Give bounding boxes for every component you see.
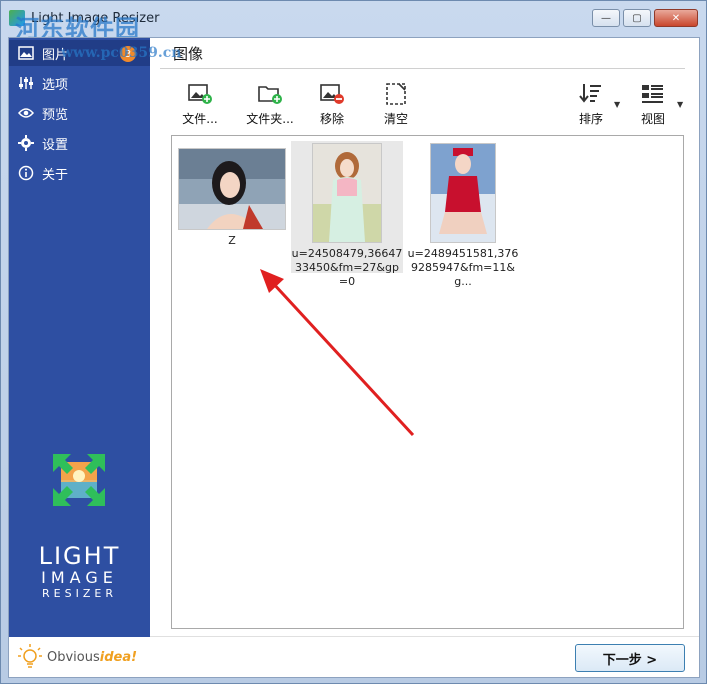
thumbnail-caption: Z (228, 234, 236, 247)
brand-name-part-1: Obvious (47, 649, 100, 665)
picture-icon (17, 44, 35, 62)
logo-line-3: RESIZER (42, 587, 117, 600)
sidebar-item-label: 关于 (42, 167, 69, 183)
thumbnail-caption: u=2489451581,3769285947&fm=11&g... (407, 247, 519, 288)
sort-icon (578, 82, 604, 106)
sort-dropdown-icon[interactable]: ▼ (614, 100, 620, 109)
sidebar-item-label: 预览 (42, 107, 69, 123)
close-button[interactable]: ✕ (654, 9, 698, 27)
header-divider (160, 68, 685, 69)
brand-name: Obviousidea! (47, 650, 137, 665)
sidebar-item-options[interactable]: 选项 (9, 70, 150, 96)
watermark-url: www.pc0359.cn (61, 45, 182, 61)
sort-label: 排序 (578, 112, 603, 126)
remove-image-icon (319, 82, 345, 106)
title-bar[interactable]: Light Image Resizer 河东软件园 — ▢ ✕ (1, 1, 706, 43)
image-thumbnail[interactable]: u=24508479,3664733450&fm=27&gp=0 (291, 141, 403, 288)
next-step-button[interactable]: 下一步 > (575, 644, 685, 672)
sidebar-item-label: 选项 (42, 77, 69, 93)
maximize-button[interactable]: ▢ (623, 9, 651, 27)
clear-label: 清空 (383, 112, 408, 126)
view-label: 视图 (640, 112, 665, 126)
logo-line-2: IMAGE (41, 568, 118, 587)
info-icon (17, 164, 35, 182)
add-folder-label: 文件夹... (246, 112, 294, 126)
minimize-button[interactable]: — (592, 9, 620, 27)
clear-icon (383, 82, 409, 106)
thumbnail-image (178, 148, 286, 230)
image-thumbnail[interactable]: Z (174, 148, 290, 248)
app-logo-icon (51, 452, 107, 508)
image-thumbnail[interactable]: u=2489451581,3769285947&fm=11&g... (405, 141, 521, 289)
view-button[interactable]: 视图 (623, 82, 683, 130)
add-files-label: 文件... (182, 112, 218, 126)
sort-button[interactable]: 排序 (561, 82, 621, 130)
eye-icon (17, 104, 35, 122)
window-controls: — ▢ ✕ (592, 9, 698, 27)
thumbnail-caption: u=24508479,3664733450&fm=27&gp=0 (291, 247, 403, 288)
footer-divider (150, 636, 699, 637)
main-panel: 图像 文件... 文件夹... 移除 清空 排序 ▼ 视图 ▼ Z u=2450… (150, 38, 699, 677)
clear-button[interactable]: 清空 (366, 82, 426, 130)
sidebar-item-about[interactable]: 关于 (9, 160, 150, 186)
sidebar-item-preview[interactable]: 预览 (9, 100, 150, 126)
client-area: 图片 3 选项 预览 设置 关于 LIGHT IMAGE RESIZER Obv… (8, 37, 700, 678)
remove-label: 移除 (319, 112, 344, 126)
brand-name-part-2: idea! (99, 649, 138, 665)
sidebar: 图片 3 选项 预览 设置 关于 LIGHT IMAGE RESIZER Obv… (9, 38, 150, 677)
add-image-icon (187, 82, 213, 106)
add-files-button[interactable]: 文件... (170, 82, 230, 130)
image-grid[interactable]: Z u=24508479,3664733450&fm=27&gp=0 u=248… (171, 135, 684, 629)
gear-icon (17, 134, 35, 152)
lightbulb-icon (18, 644, 42, 668)
remove-button[interactable]: 移除 (302, 82, 362, 130)
sidebar-item-settings[interactable]: 设置 (9, 130, 150, 156)
view-dropdown-icon[interactable]: ▼ (677, 100, 683, 109)
add-folder-icon (257, 82, 283, 106)
sliders-icon (17, 74, 35, 92)
logo-line-1: LIGHT (38, 542, 121, 570)
brand-logo[interactable]: Obviousidea! (9, 637, 150, 677)
thumbnail-image (430, 143, 496, 243)
sidebar-item-label: 设置 (42, 137, 69, 153)
app-window: Light Image Resizer 河东软件园 — ▢ ✕ 图片 3 选项 (0, 0, 707, 684)
view-list-icon (640, 82, 666, 106)
thumbnail-image (312, 143, 382, 243)
add-folder-button[interactable]: 文件夹... (240, 82, 300, 130)
